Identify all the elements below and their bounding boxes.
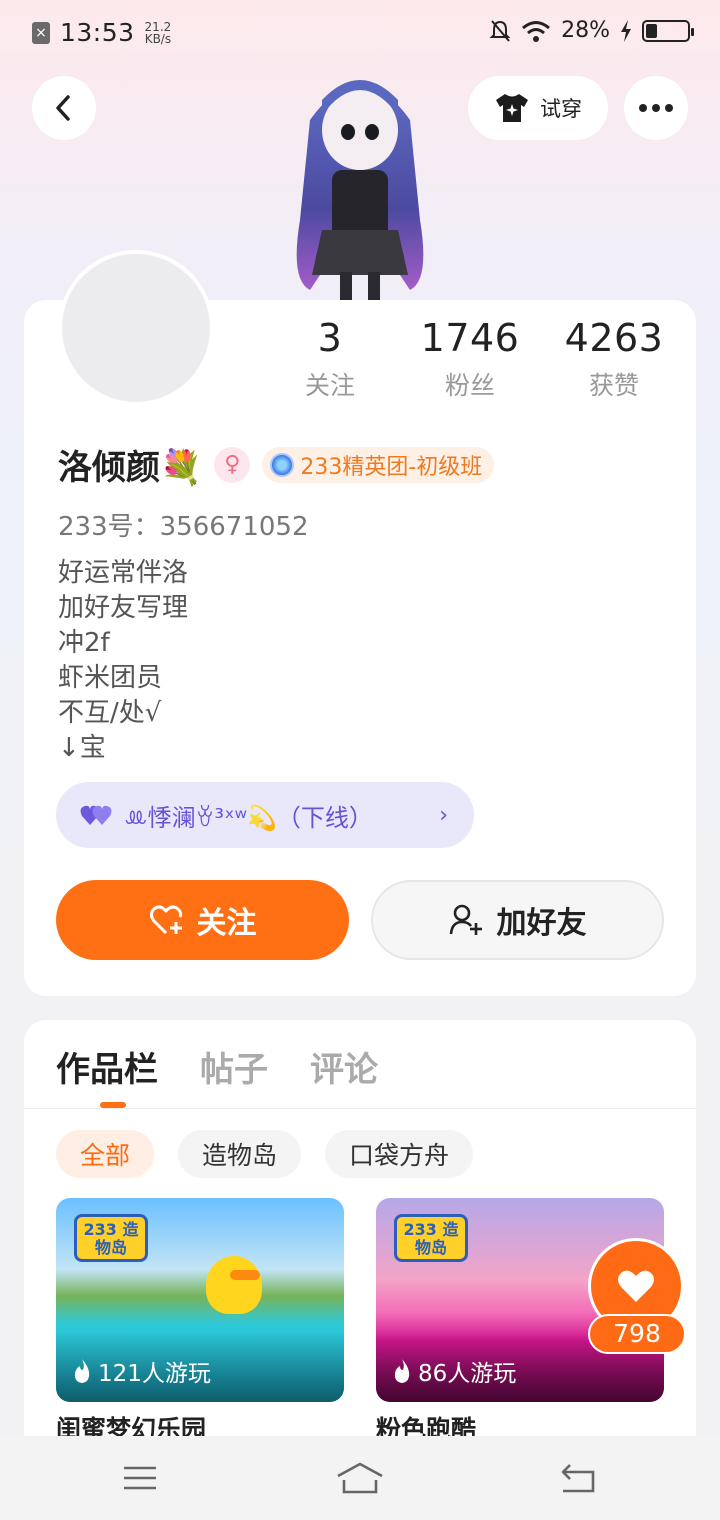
- battery-level: [646, 23, 657, 38]
- stat-following-label: 关注: [304, 371, 355, 400]
- avatar[interactable]: [58, 250, 214, 406]
- stat-likes-label: 获赞: [588, 371, 639, 400]
- game-plays-count: 86人游玩: [418, 1361, 517, 1387]
- back-button[interactable]: [32, 76, 96, 140]
- status-right: 28%: [489, 18, 694, 43]
- battery-icon: [642, 19, 694, 42]
- user-plus-icon: [449, 904, 482, 935]
- bio-line: ↓宝: [58, 733, 106, 763]
- tshirt-sparkle-icon: [496, 94, 528, 122]
- game-plays: 121人游玩: [72, 1354, 211, 1388]
- stat-following[interactable]: 3 关注: [260, 316, 400, 402]
- flame-icon: [394, 1359, 410, 1383]
- stat-fans[interactable]: 1746 粉丝: [400, 316, 540, 402]
- network-speed-unit: KB/s: [144, 31, 172, 46]
- chip-all[interactable]: 全部: [56, 1130, 155, 1178]
- notification-close-icon: ×: [32, 21, 50, 44]
- profile-stats: 3 关注 1746 粉丝 4263 获赞: [290, 316, 690, 406]
- badge-medal-icon: [270, 452, 295, 477]
- game-plays: 86人游玩: [392, 1354, 516, 1388]
- tab-works[interactable]: 作品栏: [56, 1042, 158, 1091]
- user-id[interactable]: 233号：356671052: [58, 506, 309, 543]
- follow-label: 关注: [196, 906, 257, 941]
- bio-line: 加好友写理: [58, 593, 189, 623]
- network-speed: 21.2 KB/s: [145, 21, 172, 45]
- return-icon: [561, 1464, 595, 1493]
- charging-icon: [621, 19, 631, 42]
- game-card[interactable]: 233 造物岛 121人游玩: [56, 1198, 344, 1402]
- partner-pill[interactable]: ꔛ悸澜ꈊ³ˣʷ💫（下线） ›: [56, 782, 474, 848]
- network-speed-value: 21.2: [144, 19, 172, 34]
- add-friend-label: 加好友: [496, 906, 587, 941]
- chevron-right-icon: ›: [439, 802, 448, 828]
- tab-comments[interactable]: 评论: [310, 1042, 378, 1091]
- stat-following-value: 3: [317, 316, 343, 360]
- tabs-divider: [24, 1108, 696, 1109]
- status-left: × 13:53 21.2 KB/s: [32, 18, 171, 47]
- avatar-character-figure: [296, 80, 424, 302]
- bio-line: 冲2f: [58, 628, 110, 658]
- stat-fans-value: 1746: [420, 316, 520, 360]
- try-on-label: 试穿: [540, 97, 582, 121]
- flame-icon: [74, 1359, 90, 1383]
- mute-bell-icon: [489, 19, 511, 42]
- like-count: 798: [588, 1314, 686, 1354]
- game-logo: 233 造物岛: [74, 1214, 148, 1262]
- nav-home-button[interactable]: [330, 1458, 390, 1498]
- chevron-left-icon: [56, 95, 70, 121]
- nav-back-button[interactable]: [548, 1458, 608, 1498]
- works-tabs: 作品栏 帖子 评论: [56, 1042, 378, 1091]
- tab-posts[interactable]: 帖子: [200, 1042, 268, 1091]
- game-plays-count: 121人游玩: [98, 1361, 211, 1387]
- status-time: 13:53: [60, 18, 135, 47]
- system-nav-bar: [0, 1436, 720, 1520]
- partner-name: ꔛ悸澜ꈊ³ˣʷ💫（下线）: [124, 803, 373, 832]
- double-heart-icon: [80, 805, 112, 825]
- nav-menu-button[interactable]: [110, 1458, 170, 1498]
- bio-line: 不互/处√: [58, 698, 162, 728]
- chip-creation-island[interactable]: 造物岛: [178, 1130, 302, 1178]
- game-logo: 233 造物岛: [394, 1214, 468, 1262]
- wifi-icon: [522, 20, 551, 42]
- chip-pocket-ark[interactable]: 口袋方舟: [325, 1130, 474, 1178]
- stat-fans-label: 粉丝: [444, 371, 495, 400]
- duck-figure: [206, 1256, 262, 1314]
- menu-icon: [124, 1466, 156, 1490]
- battery-percent: 28%: [561, 18, 610, 43]
- more-dots-icon: [639, 104, 673, 112]
- more-button[interactable]: [624, 76, 688, 140]
- avatar-character: [270, 60, 450, 305]
- heart-icon: [618, 1270, 654, 1302]
- elite-badge-label: 233精英团-初级班: [300, 454, 483, 480]
- filter-chips: 全部 造物岛 口袋方舟: [56, 1130, 474, 1178]
- bio-line: 好运常伴洛: [58, 558, 189, 588]
- bio-line: 虾米团员: [58, 663, 163, 693]
- user-name: 洛倾颜💐: [58, 448, 203, 488]
- works-card: 作品栏 帖子 评论 全部 造物岛 口袋方舟 233 造物岛 121人游玩 闺蜜梦…: [24, 1020, 696, 1450]
- status-bar: × 13:53 21.2 KB/s 28%: [0, 0, 720, 66]
- name-row: 洛倾颜💐 ♀ 233精英团-初级班: [58, 440, 495, 489]
- follow-button[interactable]: 关注: [56, 880, 349, 960]
- home-icon: [337, 1462, 383, 1494]
- stat-likes[interactable]: 4263 获赞: [544, 316, 684, 402]
- heart-plus-icon: [149, 905, 182, 935]
- female-icon: ♀: [214, 446, 251, 483]
- add-friend-button[interactable]: 加好友: [371, 880, 664, 960]
- stat-likes-value: 4263: [564, 316, 664, 360]
- elite-badge[interactable]: 233精英团-初级班: [262, 446, 495, 483]
- try-on-button[interactable]: 试穿: [468, 76, 608, 140]
- user-bio: 好运常伴洛 加好友写理 冲2f 虾米团员 不互/处√ ↓宝: [58, 556, 188, 766]
